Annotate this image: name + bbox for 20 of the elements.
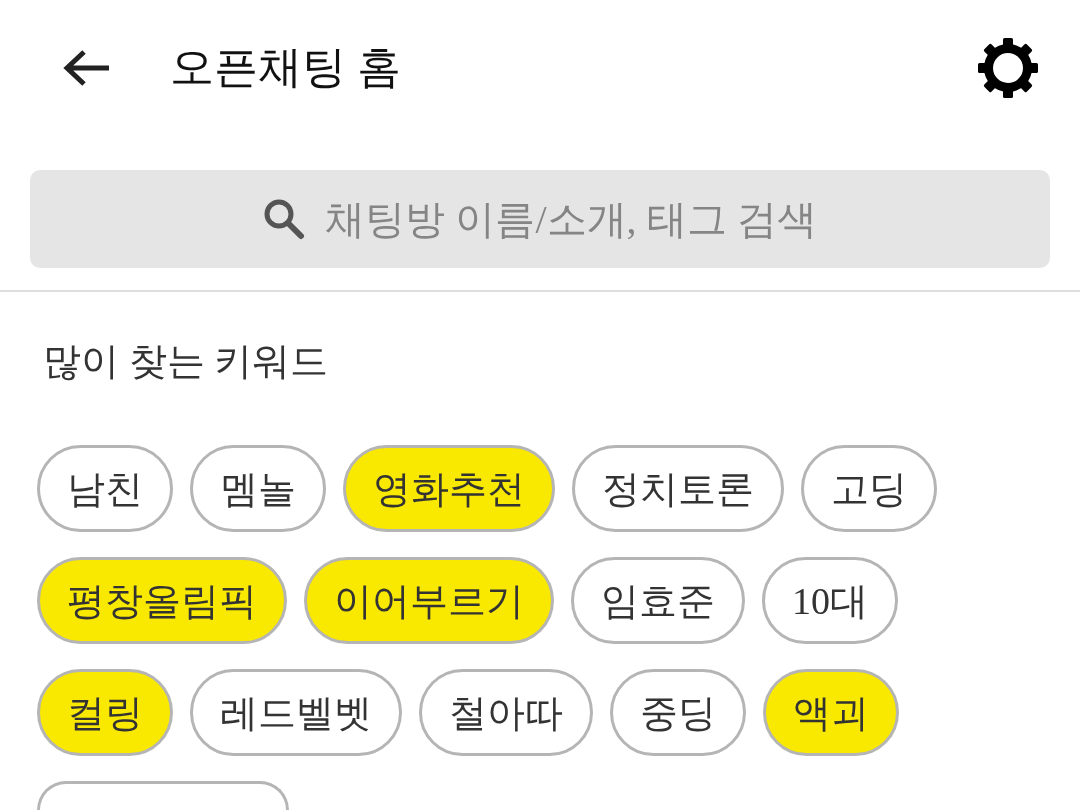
keyword-chip[interactable]: 임효준 <box>571 557 745 644</box>
keyword-chip[interactable]: 영화추천 <box>343 445 555 532</box>
search-icon <box>263 198 306 240</box>
keyword-chip[interactable]: 고딩 <box>801 445 937 532</box>
keyword-chip[interactable]: 정치토론 <box>572 445 784 532</box>
settings-icon <box>976 36 1040 100</box>
keyword-chip[interactable]: 레드벨벳 <box>190 669 402 756</box>
search-input[interactable]: 채팅방 이름/소개, 태그 검색 <box>325 194 817 244</box>
keyword-chip[interactable]: 철아따 <box>419 669 593 756</box>
keyword-chip[interactable]: 이어부르기 <box>304 557 554 644</box>
keyword-chip[interactable]: 중딩 <box>610 669 746 756</box>
keyword-chip[interactable]: 액괴 <box>763 669 899 756</box>
keyword-chip[interactable]: 남친 <box>37 445 173 532</box>
keyword-chip[interactable]: 평창올림픽 <box>37 557 287 644</box>
keyword-chip[interactable]: 10대 <box>762 557 898 644</box>
section-heading: 많이 찾는 키워드 <box>43 339 328 384</box>
back-arrow-icon <box>62 49 110 87</box>
keyword-chip[interactable]: 컬링 <box>37 669 173 756</box>
page-title: 오픈채팅 홈 <box>170 42 401 94</box>
keyword-chip[interactable]: 멤놀 <box>190 445 326 532</box>
